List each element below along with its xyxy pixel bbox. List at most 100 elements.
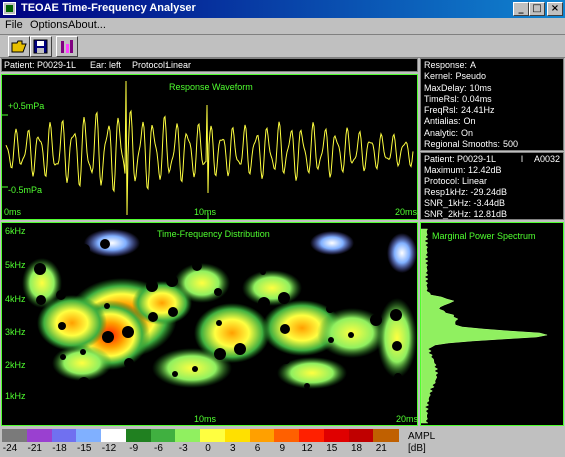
menu-options[interactable]: Options — [30, 19, 68, 31]
legend-tick: 6 — [254, 443, 261, 454]
marginal-spectrum-fill — [421, 228, 548, 424]
tfd-hole — [146, 280, 158, 292]
tfd-hole — [350, 259, 358, 267]
analysis-button[interactable] — [56, 36, 78, 57]
results-panel: Patient: P0029-1L l A0032 Maximum: 12.42… — [420, 152, 564, 220]
tfd-hole — [36, 400, 42, 406]
close-button[interactable]: × — [547, 2, 563, 16]
title-bar: TEOAE Time-Frequency Analyser _ □ × — [0, 0, 565, 18]
setting-label: Regional Smooths: — [424, 139, 501, 150]
setting-value: On — [461, 127, 474, 138]
tfd-hole — [172, 371, 178, 377]
tfd-panel[interactable]: Time-Frequency Distribution 6kHz 5kHz 4kHz… — [1, 222, 418, 426]
tfd-hole — [192, 366, 198, 372]
results-record: A0032 — [534, 154, 561, 164]
legend-swatch — [2, 429, 28, 442]
menu-bar: File Options About... — [0, 18, 565, 34]
tfd-y-tick: 5kHz — [5, 260, 26, 270]
tfd-title: Time-Frequency Distribution — [157, 229, 270, 239]
setting-row: TimeRsl: 0.04ms — [424, 94, 518, 105]
tfd-hole — [146, 385, 154, 393]
legend-swatch — [101, 429, 127, 442]
setting-label: Antialias: — [424, 116, 461, 127]
waveform-trace — [5, 80, 414, 216]
tfd-hole — [126, 390, 134, 398]
folder-open-icon — [11, 40, 27, 53]
setting-row: MaxDelay: 10ms — [424, 83, 518, 94]
result-line: SNR_2kHz: 12.81dB — [424, 209, 508, 219]
tfd-energy-region — [84, 229, 140, 257]
waveform-plot — [2, 80, 414, 219]
menu-file[interactable]: File — [5, 19, 23, 31]
tfd-hole — [82, 276, 90, 284]
menu-about[interactable]: About... — [68, 19, 106, 31]
minimize-button[interactable]: _ — [513, 2, 529, 16]
tfd-y-tick: 2kHz — [5, 360, 26, 370]
save-button[interactable] — [30, 36, 52, 57]
tfd-hole — [258, 402, 266, 410]
tfd-hole — [56, 290, 66, 300]
tfd-y-tick: 4kHz — [5, 294, 26, 304]
tfd-hole — [214, 348, 226, 360]
app-icon[interactable] — [3, 2, 16, 15]
tfd-hole — [190, 394, 202, 406]
legend-tick: -9 — [129, 443, 139, 454]
legend-swatch — [76, 429, 102, 442]
legend-tick: -24 — [2, 443, 18, 454]
tfd-hole — [282, 356, 290, 364]
legend-tick: -12 — [101, 443, 117, 454]
tfd-hole — [124, 358, 134, 368]
tfd-y-tick: 3kHz — [5, 327, 26, 337]
legend-swatch — [26, 429, 52, 442]
setting-value: 500 — [503, 139, 519, 150]
tfd-heatmap — [16, 229, 417, 410]
maximize-button[interactable]: □ — [529, 2, 545, 16]
tfd-hole — [212, 256, 222, 266]
legend-tick: 18 — [350, 443, 363, 454]
legend-tick: -15 — [77, 443, 92, 454]
tfd-energy-region — [387, 233, 417, 273]
tfd-energy-region — [242, 270, 302, 306]
tfd-hole — [36, 295, 46, 305]
setting-value: Pseudo — [455, 71, 487, 82]
tfd-hole — [80, 349, 86, 355]
waveform-panel[interactable]: Response Waveform +0.5mPa -0.5mPa 0ms 10… — [1, 74, 418, 220]
tfd-hole — [148, 312, 158, 322]
tfd-x-right: 20ms — [396, 414, 419, 424]
legend-swatch — [125, 429, 151, 442]
window-title: TEOAE Time-Frequency Analyser — [21, 2, 196, 14]
tfd-hole — [148, 252, 154, 258]
tfd-hole — [58, 322, 66, 330]
tfd-hole — [60, 354, 66, 360]
tfd-hole — [236, 375, 246, 385]
tfd-hole — [102, 271, 110, 279]
tfd-hole — [302, 246, 314, 258]
legend-tick: 0 — [205, 443, 211, 454]
tfd-hole — [102, 331, 114, 343]
setting-label: Analytic: — [424, 127, 459, 138]
legend-tick: -18 — [52, 443, 67, 454]
tfd-hole — [34, 368, 42, 376]
legend-tick: -6 — [154, 443, 163, 454]
protocol-label: Protocol: — [132, 60, 168, 70]
results-patient: Patient: P0029-1L — [424, 154, 497, 164]
tfd-energy-region — [310, 231, 354, 255]
tfd-hole — [280, 324, 290, 334]
setting-value: On — [463, 116, 476, 127]
tfd-hole — [348, 332, 354, 338]
tfd-hole — [370, 254, 378, 262]
tfd-hole — [80, 244, 90, 254]
tfd-hole — [304, 383, 310, 389]
floppy-disk-icon — [33, 39, 48, 54]
setting-row: Antialias: On — [424, 116, 518, 127]
ear-value: left — [109, 60, 122, 70]
info-bar: Patient: P0029-1L Ear: left Protocol: Li… — [1, 58, 418, 72]
tfd-plot — [16, 229, 417, 410]
open-button[interactable] — [8, 36, 30, 57]
legend-swatch — [348, 429, 374, 442]
tfd-hole — [170, 339, 178, 347]
tfd-hole — [392, 341, 402, 351]
marginal-panel[interactable]: Marginal Power Spectrum — [420, 222, 564, 426]
tfd-hole — [16, 240, 22, 246]
tfd-hole — [278, 292, 290, 304]
